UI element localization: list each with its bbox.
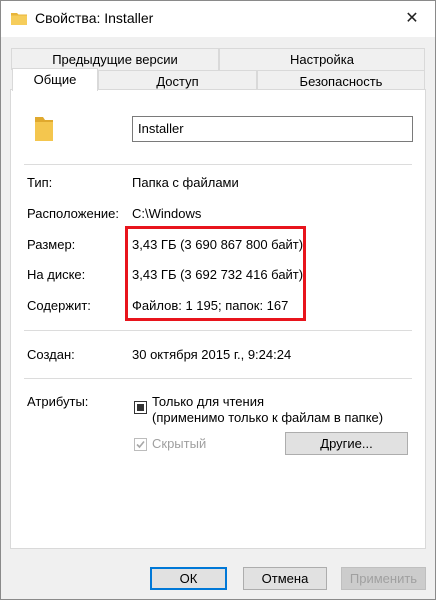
readonly-label: Только для чтения (применимо только к фа…: [152, 394, 383, 426]
type-value: Папка с файлами: [132, 175, 239, 190]
readonly-label-line2: (применимо только к файлам в папке): [152, 410, 384, 425]
readonly-label-line1: Только для чтения: [152, 394, 265, 409]
folder-name-input[interactable]: Installer: [132, 116, 413, 142]
other-attributes-button[interactable]: Другие...: [285, 432, 408, 455]
tab-customize[interactable]: Настройка: [219, 48, 425, 70]
window-title: Свойства: Installer: [35, 10, 154, 26]
close-icon[interactable]: ✕: [389, 1, 435, 37]
hidden-label: Скрытый: [152, 436, 207, 451]
folder-icon: [11, 13, 27, 25]
readonly-checkbox[interactable]: [134, 401, 147, 414]
location-value: C:\Windows: [132, 206, 202, 221]
properties-window: Свойства: Installer ✕ Предыдущие версии …: [0, 0, 436, 600]
folder-icon: [35, 117, 53, 141]
type-label: Тип:: [27, 175, 53, 190]
location-label: Расположение:: [27, 206, 119, 221]
hidden-checkbox[interactable]: [134, 438, 147, 451]
tab-previous-versions[interactable]: Предыдущие версии: [11, 48, 219, 70]
divider: [24, 378, 412, 379]
created-value: 30 октября 2015 г., 9:24:24: [132, 347, 292, 362]
disk-size-label: На диске:: [27, 267, 86, 282]
divider: [24, 330, 412, 331]
contains-label: Содержит:: [27, 298, 91, 313]
created-label: Создан:: [27, 347, 75, 362]
ok-button[interactable]: ОК: [150, 567, 227, 590]
tab-general[interactable]: Общие: [12, 68, 98, 91]
title-bar: Свойства: Installer ✕: [1, 1, 435, 37]
apply-button[interactable]: Применить: [341, 567, 426, 590]
size-label: Размер:: [27, 237, 76, 252]
divider: [24, 164, 412, 165]
checkmark-icon: [136, 440, 145, 449]
attributes-label: Атрибуты:: [27, 394, 89, 409]
cancel-button[interactable]: Отмена: [243, 567, 327, 590]
highlight-box: [125, 226, 306, 321]
